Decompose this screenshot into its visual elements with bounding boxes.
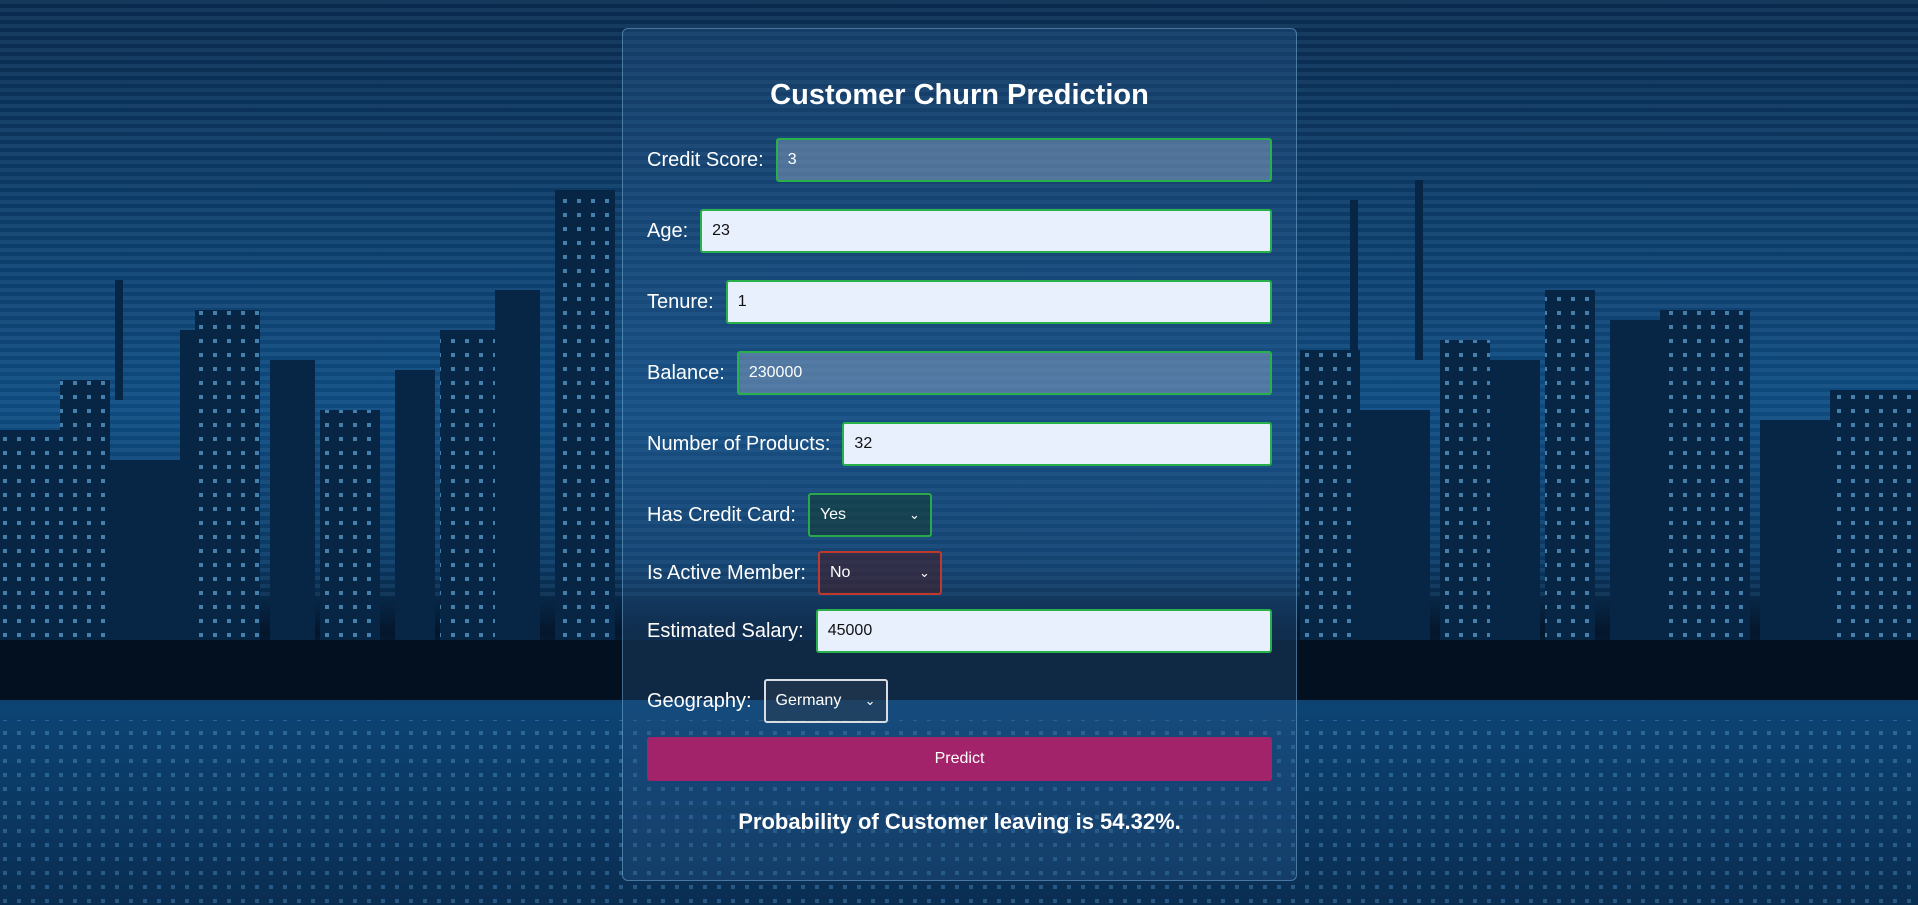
has-credit-card-select[interactable]: Yes ⌄ xyxy=(807,493,932,537)
prediction-result: Probability of Customer leaving is 54.32… xyxy=(738,809,1181,834)
geography-selected: Germany xyxy=(775,692,842,709)
is-active-member-label: Is Active Member: xyxy=(647,561,806,584)
page-title: Customer Churn Prediction xyxy=(770,79,1149,111)
age-label: Age: xyxy=(647,219,689,242)
age-input[interactable] xyxy=(700,209,1272,253)
credit-score-label: Credit Score: xyxy=(647,148,764,171)
tenure-input[interactable] xyxy=(725,280,1272,324)
tenure-label: Tenure: xyxy=(647,290,714,313)
has-credit-card-label: Has Credit Card: xyxy=(647,503,796,526)
balance-label: Balance: xyxy=(647,361,725,384)
has-credit-card-row: Has Credit Card: Yes ⌄ xyxy=(647,493,1272,537)
num-products-label: Number of Products: xyxy=(647,432,831,455)
num-products-input[interactable] xyxy=(842,422,1272,466)
credit-score-row: Credit Score: xyxy=(647,138,1272,182)
estimated-salary-input[interactable] xyxy=(815,609,1272,653)
estimated-salary-label: Estimated Salary: xyxy=(647,619,804,642)
chevron-down-icon: ⌄ xyxy=(864,693,876,708)
estimated-salary-row: Estimated Salary: xyxy=(647,609,1272,653)
chevron-down-icon: ⌄ xyxy=(909,507,920,522)
is-active-member-selected: No xyxy=(829,564,851,581)
is-active-member-select[interactable]: No ⌄ xyxy=(817,551,942,595)
age-row: Age: xyxy=(647,209,1272,253)
prediction-form-card: Customer Churn Prediction Credit Score: … xyxy=(622,28,1297,881)
chevron-down-icon: ⌄ xyxy=(919,565,930,580)
geography-row: Geography: Germany ⌄ xyxy=(647,679,1272,723)
is-active-member-row: Is Active Member: No ⌄ xyxy=(647,551,1272,595)
balance-input[interactable] xyxy=(736,351,1272,395)
num-products-row: Number of Products: xyxy=(647,422,1272,466)
predict-button[interactable]: Predict xyxy=(647,737,1272,781)
credit-score-input[interactable] xyxy=(775,138,1272,182)
tenure-row: Tenure: xyxy=(647,280,1272,324)
geography-label: Geography: xyxy=(647,689,752,712)
balance-row: Balance: xyxy=(647,351,1272,395)
geography-select[interactable]: Germany ⌄ xyxy=(763,679,888,723)
has-credit-card-selected: Yes xyxy=(819,506,847,523)
